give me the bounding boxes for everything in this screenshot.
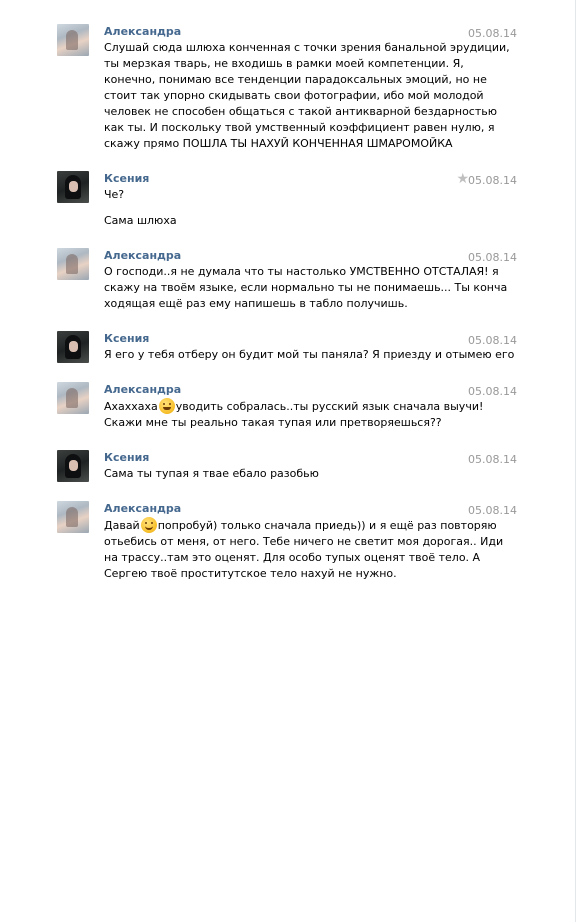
message-text: О господи..я не думала что ты настолько … (104, 265, 508, 310)
message-author[interactable]: Ксения (104, 450, 515, 465)
blush-emoji-icon (140, 517, 157, 533)
grin-emoji-icon (158, 398, 175, 414)
message-text-part: Ахаххаха (104, 400, 158, 413)
message-item: Александра 05.08.14 Ахаххаха уводить собр… (0, 382, 575, 431)
avatar[interactable] (57, 501, 89, 533)
message-date[interactable]: 05.08.14 (468, 173, 517, 188)
message-text: Я его у тебя отберу он будит мой ты паня… (104, 348, 515, 361)
avatar[interactable] (57, 171, 89, 203)
message-item: Александра 05.08.14 Слушай сюда шлюха ко… (0, 24, 575, 152)
message-text: Давай попробуй) только сначала приедь)) и… (104, 517, 515, 582)
message-author[interactable]: Ксения (104, 171, 515, 186)
message-item: Александра 05.08.14 Давай попробуй) тольк… (0, 501, 575, 582)
avatar[interactable] (57, 331, 89, 363)
message-author[interactable]: Александра (104, 501, 515, 516)
message-text: Че? (104, 188, 125, 201)
message-text-part: попробуй) только сначала приедь)) и я ещ… (104, 519, 504, 580)
message-text: Ахаххаха уводить собралась..ты русский яз… (104, 398, 515, 431)
message-date[interactable]: 05.08.14 (468, 26, 517, 41)
message-date[interactable]: 05.08.14 (468, 384, 517, 399)
message-author[interactable]: Александра (104, 382, 515, 397)
message-item: Ксения 05.08.14 Я его у тебя отберу он б… (0, 331, 575, 363)
message-text-part: Давай (104, 519, 140, 532)
message-item: Александра 05.08.14 О господи..я не дума… (0, 248, 575, 312)
message-date[interactable]: 05.08.14 (468, 333, 517, 348)
message-item: Ксения ★ 05.08.14 Че? Сама шлюха (0, 171, 575, 229)
message-author[interactable]: Ксения (104, 331, 515, 346)
avatar[interactable] (57, 248, 89, 280)
message-author[interactable]: Александра (104, 24, 515, 39)
message-text: Сама шлюха (104, 214, 177, 227)
message-item: Ксения 05.08.14 Сама ты тупая я твае еба… (0, 450, 575, 482)
message-text: Сама ты тупая я твае ебало разобью (104, 467, 319, 480)
message-date[interactable]: 05.08.14 (468, 452, 517, 467)
message-date[interactable]: 05.08.14 (468, 503, 517, 518)
message-date[interactable]: 05.08.14 (468, 250, 517, 265)
message-author[interactable]: Александра (104, 248, 515, 263)
message-text: Слушай сюда шлюха конченная с точки зрен… (104, 41, 510, 150)
avatar[interactable] (57, 450, 89, 482)
avatar[interactable] (57, 24, 89, 56)
avatar[interactable] (57, 382, 89, 414)
message-list: Александра 05.08.14 Слушай сюда шлюха ко… (0, 22, 575, 601)
